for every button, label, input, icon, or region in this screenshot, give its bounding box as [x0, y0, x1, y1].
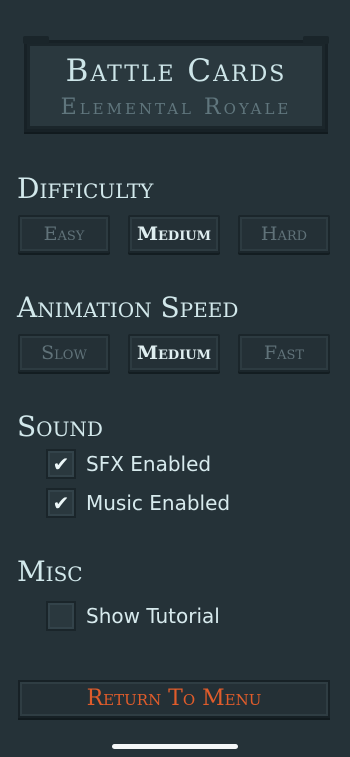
sound-heading: Sound	[17, 410, 103, 443]
home-indicator	[112, 744, 238, 749]
music-label: Music Enabled	[86, 491, 231, 515]
sfx-checkbox[interactable]: ✔	[46, 449, 76, 479]
show-tutorial-row[interactable]: Show Tutorial	[46, 600, 220, 632]
difficulty-medium-button[interactable]: Medium	[128, 215, 220, 253]
tutorial-label: Show Tutorial	[86, 604, 220, 628]
checkmark-icon: ✔	[52, 491, 70, 515]
return-to-menu-button[interactable]: Return To Menu	[18, 680, 330, 718]
speed-fast-button[interactable]: Fast	[238, 334, 330, 372]
difficulty-heading: Difficulty	[17, 172, 154, 205]
tutorial-checkbox[interactable]	[46, 601, 76, 631]
game-title: Battle Cards	[65, 53, 287, 89]
difficulty-easy-button[interactable]: Easy	[18, 215, 110, 253]
animation-speed-heading: Animation Speed	[17, 291, 239, 324]
music-enabled-row[interactable]: ✔ Music Enabled	[46, 487, 230, 519]
speed-slow-button[interactable]: Slow	[18, 334, 110, 372]
difficulty-hard-button[interactable]: Hard	[238, 215, 330, 253]
checkmark-icon: ✔	[52, 452, 70, 476]
speed-medium-button[interactable]: Medium	[128, 334, 220, 372]
misc-heading: Misc	[17, 555, 83, 588]
sfx-enabled-row[interactable]: ✔ SFX Enabled	[46, 448, 211, 480]
game-subtitle: Elemental Royale	[60, 95, 292, 120]
sfx-label: SFX Enabled	[86, 452, 212, 476]
title-panel: Battle Cards Elemental Royale	[23, 36, 329, 132]
music-checkbox[interactable]: ✔	[46, 488, 76, 518]
